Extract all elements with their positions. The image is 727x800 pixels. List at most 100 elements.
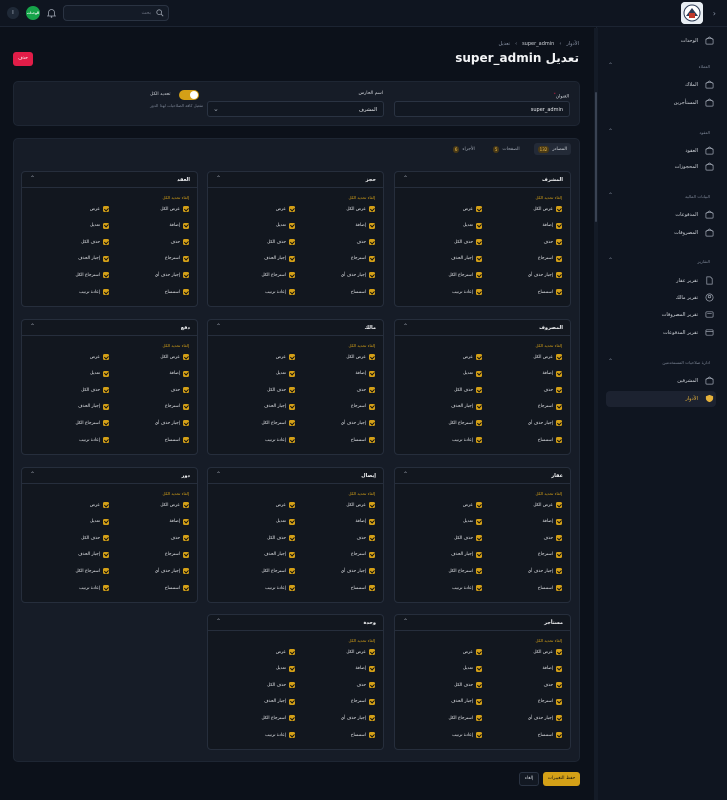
permission-checkbox[interactable]: إجبار الحذف — [451, 255, 482, 262]
permission-checkbox[interactable]: استنساخ — [165, 437, 189, 443]
chevron-up-icon[interactable]: ⌃ — [403, 618, 408, 625]
permission-checkbox[interactable]: إجبار حذف أي — [341, 715, 375, 722]
permission-checkbox[interactable]: عرض — [463, 354, 482, 360]
permission-checkbox[interactable]: استرجاع الكل — [449, 272, 482, 279]
permission-checkbox[interactable]: حذف الكل — [267, 535, 295, 542]
permission-checkbox[interactable]: استنساخ — [538, 289, 562, 295]
permission-checkbox[interactable]: إعادة ترتيب — [79, 289, 109, 295]
permission-checkbox[interactable]: حذف — [357, 387, 375, 394]
permission-checkbox[interactable]: استرجاع الكل — [449, 420, 482, 427]
permission-checkbox[interactable]: إضافة — [169, 222, 189, 229]
sidebar-item[interactable]: المحجوزات — [606, 159, 716, 175]
app-logo[interactable] — [681, 2, 703, 24]
name-field[interactable]: super_admin — [394, 101, 570, 117]
permission-checkbox[interactable]: حذف الكل — [267, 239, 295, 246]
permission-checkbox[interactable]: إجبار حذف أي — [528, 568, 562, 575]
permission-checkbox[interactable]: إجبار الحذف — [78, 255, 109, 262]
permission-checkbox[interactable]: إجبار حذف أي — [341, 420, 375, 427]
permission-checkbox[interactable]: عرض — [463, 206, 482, 212]
permission-checkbox[interactable]: استنساخ — [165, 585, 189, 591]
permission-checkbox[interactable]: إعادة ترتيب — [265, 585, 295, 591]
permission-checkbox[interactable]: إجبار حذف أي — [155, 568, 189, 575]
permission-checkbox[interactable]: استنساخ — [538, 437, 562, 443]
deselect-all-link[interactable]: إلغاء تحديد الكل — [536, 638, 562, 643]
permission-checkbox[interactable]: استنساخ — [351, 289, 375, 295]
permission-checkbox[interactable]: استرجاع — [538, 255, 562, 262]
sidebar-item[interactable]: تقرير عقار — [606, 273, 716, 289]
permission-checkbox[interactable]: استرجاع — [351, 403, 375, 410]
permission-checkbox[interactable]: عرض الكل — [533, 354, 562, 360]
permission-checkbox[interactable]: عرض الكل — [533, 649, 562, 655]
cancel-button[interactable]: إلغاء — [519, 772, 539, 786]
deselect-all-link[interactable]: إلغاء تحديد الكل — [163, 343, 189, 348]
permission-checkbox[interactable]: حذف الكل — [81, 239, 109, 246]
permission-checkbox[interactable]: استرجاع — [351, 698, 375, 705]
permission-checkbox[interactable]: استرجاع — [538, 551, 562, 558]
permission-checkbox[interactable]: عرض — [463, 502, 482, 508]
sidebar-item[interactable]: الوحدات — [606, 33, 716, 49]
permission-checkbox[interactable]: حذف الكل — [267, 682, 295, 689]
permission-checkbox[interactable]: إعادة ترتيب — [452, 732, 482, 738]
sidebar-group-heading[interactable]: البيانات المالية ⌃ — [606, 192, 716, 202]
permission-checkbox[interactable]: تعديل — [463, 665, 482, 672]
permission-checkbox[interactable]: إجبار الحذف — [451, 698, 482, 705]
permission-checkbox[interactable]: حذف — [171, 535, 189, 542]
permission-checkbox[interactable]: حذف — [544, 239, 562, 246]
permission-checkbox[interactable]: حذف الكل — [267, 387, 295, 394]
permission-checkbox[interactable]: إجبار حذف أي — [528, 715, 562, 722]
chevron-up-icon[interactable]: ⌃ — [403, 323, 408, 330]
search-input[interactable]: بحث — [63, 5, 169, 21]
permission-checkbox[interactable]: حذف الكل — [81, 387, 109, 394]
chevron-up-icon[interactable]: ⌃ — [216, 471, 221, 478]
brand-badge[interactable]: الوحدات — [26, 6, 40, 20]
permission-checkbox[interactable]: إجبار حذف أي — [341, 272, 375, 279]
select-all-toggle[interactable] — [179, 90, 199, 100]
permission-checkbox[interactable]: حذف — [171, 387, 189, 394]
delete-button[interactable]: حذف — [13, 52, 33, 66]
permission-checkbox[interactable]: استرجاع الكل — [449, 715, 482, 722]
permission-checkbox[interactable]: استرجاع الكل — [262, 272, 295, 279]
chevron-up-icon[interactable]: ⌃ — [216, 618, 221, 625]
sidebar-group-heading[interactable]: العملاء ⌃ — [606, 62, 716, 72]
permission-checkbox[interactable]: إعادة ترتيب — [452, 437, 482, 443]
sidebar-item[interactable]: الأدوار — [606, 391, 716, 407]
permission-checkbox[interactable]: إجبار حذف أي — [341, 568, 375, 575]
chevron-up-icon[interactable]: ⌃ — [403, 175, 408, 182]
permission-checkbox[interactable]: إعادة ترتيب — [265, 732, 295, 738]
deselect-all-link[interactable]: إلغاء تحديد الكل — [349, 343, 375, 348]
permission-checkbox[interactable]: عرض — [276, 354, 295, 360]
breadcrumb-roles[interactable]: الأدوار — [566, 41, 579, 47]
permission-checkbox[interactable]: استرجاع — [351, 255, 375, 262]
permission-checkbox[interactable]: عرض الكل — [160, 206, 189, 212]
permission-checkbox[interactable]: إجبار الحذف — [78, 403, 109, 410]
chevron-up-icon[interactable]: ⌃ — [30, 471, 35, 478]
permission-checkbox[interactable]: عرض الكل — [346, 502, 375, 508]
deselect-all-link[interactable]: إلغاء تحديد الكل — [163, 491, 189, 496]
permission-checkbox[interactable]: تعديل — [463, 518, 482, 525]
chevron-up-icon[interactable]: ⌃ — [403, 471, 408, 478]
deselect-all-link[interactable]: إلغاء تحديد الكل — [536, 491, 562, 496]
chevron-up-icon[interactable]: ⌃ — [30, 323, 35, 330]
permission-checkbox[interactable]: استرجاع — [351, 551, 375, 558]
permission-checkbox[interactable]: عرض — [90, 502, 109, 508]
permission-checkbox[interactable]: عرض الكل — [346, 649, 375, 655]
permission-checkbox[interactable]: حذف الكل — [454, 387, 482, 394]
permission-checkbox[interactable]: عرض — [276, 649, 295, 655]
permission-checkbox[interactable]: تعديل — [90, 222, 109, 229]
scrollbar[interactable] — [594, 28, 598, 800]
sidebar-item[interactable]: تقرير مالك — [606, 290, 716, 306]
chevron-up-icon[interactable]: ⌃ — [30, 175, 35, 182]
permission-checkbox[interactable]: استنساخ — [351, 437, 375, 443]
permission-checkbox[interactable]: حذف — [544, 535, 562, 542]
sidebar-item[interactable]: تقرير المصروفات — [606, 307, 716, 323]
permission-checkbox[interactable]: عرض الكل — [346, 354, 375, 360]
permission-checkbox[interactable]: حذف — [171, 239, 189, 246]
permission-checkbox[interactable]: استرجاع الكل — [449, 568, 482, 575]
guard-select[interactable]: المشرف ⌄ — [207, 101, 384, 117]
deselect-all-link[interactable]: إلغاء تحديد الكل — [349, 638, 375, 643]
permission-checkbox[interactable]: حذف الكل — [81, 535, 109, 542]
permission-checkbox[interactable]: إجبار حذف أي — [528, 272, 562, 279]
deselect-all-link[interactable]: إلغاء تحديد الكل — [163, 195, 189, 200]
permission-checkbox[interactable]: عرض — [276, 206, 295, 212]
permission-checkbox[interactable]: إعادة ترتيب — [265, 437, 295, 443]
